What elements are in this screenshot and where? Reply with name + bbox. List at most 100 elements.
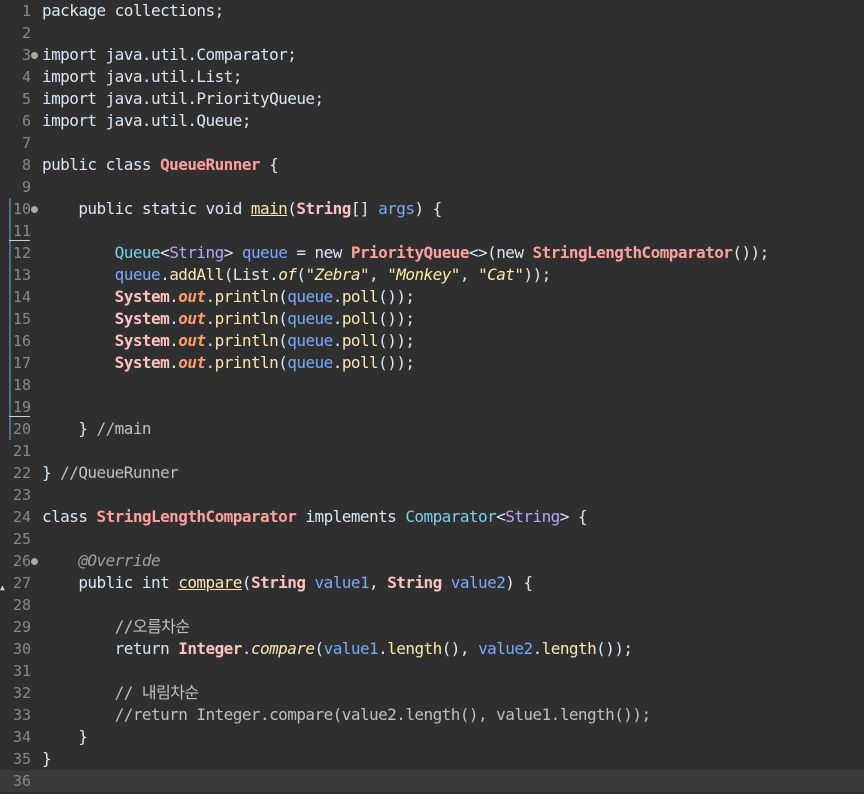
code-token: out <box>178 287 206 306</box>
line-number: 20 <box>12 420 31 438</box>
code-line[interactable]: 26 @Override <box>0 550 864 572</box>
code-token: ) { <box>505 573 533 592</box>
code-line[interactable]: 20 } //main <box>0 418 864 440</box>
code-text: package collections; <box>42 0 224 22</box>
line-number: 30 <box>12 640 31 658</box>
code-text: @Override <box>42 550 160 572</box>
code-token: queue <box>287 287 333 306</box>
code-line[interactable]: 25 <box>0 528 864 550</box>
code-line[interactable]: 30 return Integer.compare(value1.length(… <box>0 638 864 660</box>
line-number: 11 <box>12 222 31 240</box>
code-token: "Zebra" <box>305 265 370 284</box>
code-line[interactable]: 22} //QueueRunner <box>0 462 864 484</box>
code-line[interactable]: 12 Queue<String> queue = new PriorityQue… <box>0 242 864 264</box>
code-area[interactable]: 1 package collections; 2 3 import java.util.… <box>0 0 864 794</box>
code-line[interactable]: 33 //return Integer.compare(value2.lengt… <box>0 704 864 726</box>
code-line[interactable]: 36 <box>0 770 864 792</box>
code-text: // 내림차순 <box>42 682 199 704</box>
code-token: . <box>169 353 179 372</box>
code-token: } <box>42 419 97 438</box>
code-token: "Monkey" <box>387 265 460 284</box>
code-token: queue <box>114 265 161 284</box>
code-token: < <box>160 243 170 262</box>
code-token: PriorityQueue <box>350 243 470 262</box>
code-token: out <box>178 331 206 350</box>
code-token: > <box>223 243 242 262</box>
code-token: . <box>378 639 388 658</box>
code-token: value2 <box>450 573 506 592</box>
code-token: import java.util.Comparator; <box>42 45 297 64</box>
code-line[interactable]: 23 <box>0 484 864 506</box>
code-line[interactable]: 4 import java.util.List; <box>0 66 864 88</box>
code-token: System <box>114 287 170 306</box>
code-line[interactable]: 28 <box>0 594 864 616</box>
code-token: . <box>532 639 543 658</box>
code-line[interactable]: 17 System.out.println(queue.poll()); <box>0 352 864 374</box>
code-token: //main <box>96 419 152 438</box>
code-token: StringLengthComparator <box>96 507 297 526</box>
code-line[interactable]: 5 import java.util.PriorityQueue; <box>0 88 864 110</box>
code-token: ( <box>278 309 288 328</box>
code-line[interactable]: 10 public static void main(String[] args… <box>0 198 864 220</box>
code-token: Queue <box>114 243 161 262</box>
code-token: main <box>250 199 288 218</box>
code-token: (List. <box>223 265 279 284</box>
code-line[interactable]: 32 // 내림차순 <box>0 682 864 704</box>
code-token: out <box>178 309 206 328</box>
line-number: 21 <box>12 442 31 460</box>
code-editor[interactable]: 1 package collections; 2 3 import java.util.… <box>0 0 864 794</box>
code-line[interactable]: 18 <box>0 374 864 396</box>
code-token: ()); <box>378 287 415 306</box>
code-text: } //main <box>42 418 151 440</box>
code-line[interactable]: 21 <box>0 440 864 462</box>
line-number: 18 <box>12 376 31 394</box>
code-token: String <box>169 243 224 262</box>
code-text: class StringLengthComparator implements … <box>42 506 588 528</box>
code-line[interactable]: 29 //오름차순 <box>0 616 864 638</box>
code-token: String <box>387 573 442 592</box>
fold-toggle-icon[interactable] <box>31 52 38 59</box>
code-text: //return Integer.compare(value2.length()… <box>42 704 651 726</box>
code-token: value2 <box>478 639 533 658</box>
code-line[interactable]: 19 <box>0 396 864 418</box>
code-text: import java.util.Comparator; <box>42 44 297 66</box>
code-token: implements <box>296 507 406 526</box>
code-line[interactable]: 15 System.out.println(queue.poll()); <box>0 308 864 330</box>
code-line[interactable]: 2 <box>0 22 864 44</box>
code-line[interactable]: 27 ▲ public int compare(String value1, St… <box>0 572 864 594</box>
code-line[interactable]: 11 <box>0 220 864 242</box>
code-line[interactable]: 3 import java.util.Comparator; <box>0 44 864 66</box>
line-number: 5 <box>21 90 31 108</box>
code-line[interactable]: 35} <box>0 748 864 770</box>
line-number: 27 <box>12 574 31 592</box>
fold-toggle-icon[interactable] <box>31 558 38 565</box>
code-token: . <box>169 331 179 350</box>
code-token: } <box>42 727 88 746</box>
code-token: [] <box>350 199 379 218</box>
code-token: //오름차순 <box>114 617 190 636</box>
code-line[interactable]: 8 public class QueueRunner { <box>0 154 864 176</box>
code-line[interactable]: 16 System.out.println(queue.poll()); <box>0 330 864 352</box>
code-line[interactable]: 14 System.out.println(queue.poll()); <box>0 286 864 308</box>
code-line[interactable]: 24 class StringLengthComparator implement… <box>0 506 864 528</box>
code-token: String <box>296 199 351 218</box>
code-text: System.out.println(queue.poll()); <box>42 330 415 352</box>
code-token: . <box>241 639 252 658</box>
code-line[interactable]: 31 <box>0 660 864 682</box>
fold-toggle-icon[interactable] <box>31 206 38 213</box>
code-token: println <box>214 309 279 328</box>
code-token: ()); <box>378 353 415 372</box>
code-token: queue <box>287 331 333 350</box>
line-number: 34 <box>12 728 31 746</box>
code-line[interactable]: 34 } <box>0 726 864 748</box>
line-number: 24 <box>12 508 31 526</box>
line-number: 36 <box>12 772 31 790</box>
code-line[interactable]: 9 <box>0 176 864 198</box>
code-line[interactable]: 1 package collections; <box>0 0 864 22</box>
code-line[interactable]: 6 import java.util.Queue; <box>0 110 864 132</box>
code-text: public class QueueRunner { <box>42 154 279 176</box>
code-line[interactable]: 7 <box>0 132 864 154</box>
code-line[interactable]: 13 queue.addAll(List.of("Zebra", "Monkey… <box>0 264 864 286</box>
